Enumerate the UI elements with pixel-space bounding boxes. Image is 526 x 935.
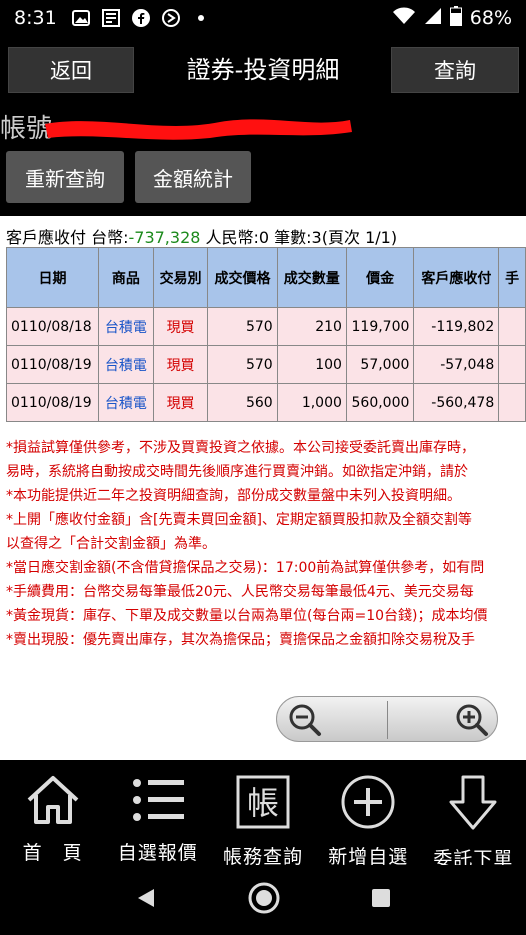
cell-trade-type: 現買 <box>152 383 209 422</box>
table-row[interactable]: 0110/08/19 台積電 現買 560 1,000 560,000 -560… <box>6 383 526 422</box>
order-down-icon <box>444 774 502 832</box>
table-row[interactable]: 0110/08/19 台積電 現買 570 100 57,000 -57,048 <box>6 345 526 384</box>
back-button[interactable]: 返回 <box>8 47 134 93</box>
account-row: 帳號 <box>0 104 526 144</box>
cell-receivable: -57,048 <box>413 345 500 384</box>
note-line: *本功能提供近二年之投資明細查詢，部份成交數量盤中未列入投資明細。 <box>6 488 461 504</box>
col-trade-type[interactable]: 交易別 <box>152 247 209 308</box>
page-title: 證券-投資明細 <box>186 56 340 84</box>
table-header-row: 日期 商品 交易別 成交價格 成交數量 價金 客戶應收付 手 <box>6 247 526 308</box>
note-line: *損益試算僅供參考，不涉及買賣投資之依據。本公司接受委託賣出庫存時， <box>6 440 475 456</box>
cell-date: 0110/08/18 <box>6 307 99 346</box>
cell-fee <box>498 307 526 346</box>
summary-rest: 人民幣:0 筆數:3(頁次 1/1) <box>200 228 398 247</box>
news-icon <box>101 8 121 28</box>
cell-amount: 119,700 <box>345 307 415 346</box>
battery-icon <box>449 5 462 31</box>
cell-product-link[interactable]: 台積電 <box>97 383 154 422</box>
col-amount[interactable]: 價金 <box>345 247 415 308</box>
cell-fee <box>498 345 526 384</box>
nav-label: 自選報價 <box>117 842 198 864</box>
content-area[interactable]: 客戶應收付 台幣:-737,328 人民幣:0 筆數:3(頁次 1/1) 日期 … <box>0 216 526 760</box>
action-bar: 重新查詢 金額統計 <box>0 148 526 206</box>
note-line: *上開「應收付金額」含[先賣未買回金額]、定期定額買股扣款及全額交割等 <box>6 512 472 528</box>
back-nav-icon[interactable] <box>134 886 158 914</box>
col-product[interactable]: 商品 <box>97 247 154 308</box>
dot-icon <box>191 8 211 28</box>
amount-stats-button[interactable]: 金額統計 <box>135 151 251 203</box>
image-icon <box>71 8 91 28</box>
col-price[interactable]: 成交價格 <box>207 247 278 308</box>
cell-quantity: 210 <box>276 307 347 346</box>
facebook-icon <box>131 8 151 28</box>
media-icon <box>161 8 181 28</box>
redaction-mark <box>45 119 352 140</box>
zoom-out-button[interactable] <box>285 701 325 739</box>
status-bar: 8:31 68% <box>0 0 526 36</box>
requery-button[interactable]: 重新查詢 <box>6 151 124 203</box>
col-fee[interactable]: 手 <box>498 247 526 308</box>
summary-prefix: 客戶應收付 台幣: <box>6 228 129 247</box>
cell-receivable: -560,478 <box>413 383 500 422</box>
investment-table: 日期 商品 交易別 成交價格 成交數量 價金 客戶應收付 手 0110/08/1… <box>6 247 526 422</box>
list-icon <box>129 774 187 826</box>
cell-price: 560 <box>207 383 278 422</box>
note-line: *黃金現貨：庫存、下單及成交數量以台兩為單位(每台兩=10台錢)；成本均價 <box>6 608 488 624</box>
nav-label: 首 頁 <box>22 842 83 864</box>
recents-nav-icon[interactable] <box>370 887 392 913</box>
note-line: *手續費用：台幣交易每筆最低20元、人民幣交易每筆最低4元、美元交易每 <box>6 584 474 600</box>
account-icon: 帳 <box>234 774 292 830</box>
cell-amount: 57,000 <box>345 345 415 384</box>
cell-product-link[interactable]: 台積電 <box>97 307 154 346</box>
nav-home[interactable]: 首 頁 <box>0 760 105 865</box>
nav-add-watchlist[interactable]: 新增自選 <box>316 760 421 868</box>
bottom-nav: 首 頁 自選報價 帳 帳務查詢 新增自選 委託下單 <box>0 760 526 870</box>
account-icon-text: 帳 <box>247 784 279 822</box>
cell-trade-type: 現買 <box>152 307 209 346</box>
cell-trade-type: 現買 <box>152 345 209 384</box>
cell-amount: 560,000 <box>345 383 415 422</box>
battery-percent: 68% <box>469 7 512 29</box>
nav-account-query[interactable]: 帳 帳務查詢 <box>210 760 315 868</box>
home-nav-icon[interactable] <box>247 881 281 919</box>
col-date[interactable]: 日期 <box>6 247 99 308</box>
nav-watchlist-quotes[interactable]: 自選報價 <box>105 760 210 865</box>
plus-icon <box>339 774 397 830</box>
col-quantity[interactable]: 成交數量 <box>276 247 347 308</box>
zoom-divider <box>387 701 388 739</box>
home-icon <box>24 774 82 826</box>
zoom-out-icon <box>289 704 321 736</box>
cell-fee <box>498 383 526 422</box>
note-line: *賣出現股：優先賣出庫存，其次為擔保品；賣擔保品之金額扣除交易稅及手 <box>6 632 475 648</box>
note-line: 以查得之「合計交割金額」為準。 <box>6 536 216 552</box>
cell-price: 570 <box>207 307 278 346</box>
table-row[interactable]: 0110/08/18 台積電 現買 570 210 119,700 -119,8… <box>6 307 526 346</box>
signal-icon <box>424 7 442 30</box>
wifi-icon <box>392 7 416 30</box>
col-receivable[interactable]: 客戶應收付 <box>413 247 500 308</box>
cell-price: 570 <box>207 345 278 384</box>
note-line: 易時，系統將自動按成交時間先後順序進行買賣沖銷。如欲指定沖銷，請於 <box>6 464 468 480</box>
zoom-in-icon <box>456 704 488 736</box>
zoom-control <box>276 696 498 742</box>
system-nav-bar <box>0 865 526 935</box>
disclaimer-notes: *損益試算僅供參考，不涉及買賣投資之依據。本公司接受委託賣出庫存時， 易時，系統… <box>6 436 526 652</box>
cell-quantity: 1,000 <box>276 383 347 422</box>
cell-quantity: 100 <box>276 345 347 384</box>
app-header: 返回 證券-投資明細 查詢 <box>0 36 526 104</box>
cell-receivable: -119,802 <box>413 307 500 346</box>
cell-product-link[interactable]: 台積電 <box>97 345 154 384</box>
cell-date: 0110/08/19 <box>6 383 99 422</box>
summary-line: 客戶應收付 台幣:-737,328 人民幣:0 筆數:3(頁次 1/1) <box>6 224 397 248</box>
nav-place-order[interactable]: 委託下單 <box>421 760 526 870</box>
zoom-in-button[interactable] <box>452 701 492 739</box>
clock: 8:31 <box>14 7 57 29</box>
status-right: 68% <box>392 5 512 31</box>
cell-date: 0110/08/19 <box>6 345 99 384</box>
note-line: *當日應交割金額(不含借貸擔保品之交易)：17:00前為試算僅供參考，如有問 <box>6 560 485 576</box>
query-button[interactable]: 查詢 <box>391 47 519 93</box>
summary-twd-value: -737,328 <box>128 228 201 247</box>
